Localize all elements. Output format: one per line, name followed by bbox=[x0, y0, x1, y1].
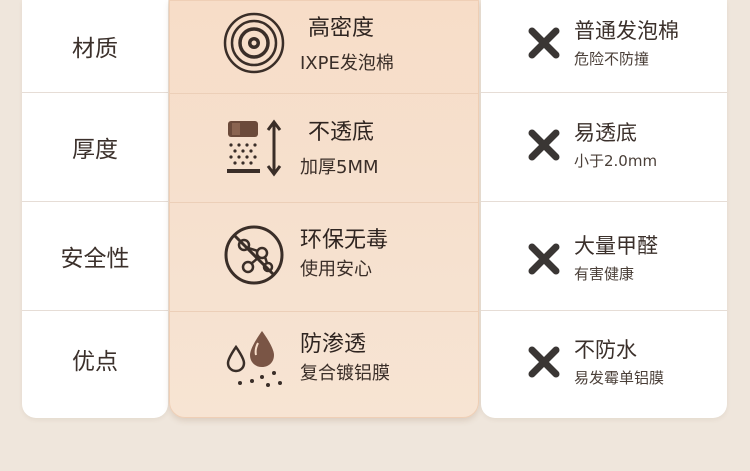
attribute-label: 厚度 bbox=[72, 137, 118, 163]
x-mark-icon bbox=[528, 243, 560, 275]
competitor-column: 普通发泡棉 危险不防撞 易透底 小于2.0mm 大量甲醛 有害健康 不防水 易发… bbox=[481, 0, 727, 418]
our-title: 防渗透 bbox=[300, 332, 367, 357]
row-divider bbox=[170, 202, 478, 203]
our-title: 高密度 bbox=[308, 16, 375, 41]
our-subtitle: 使用安心 bbox=[300, 259, 372, 280]
row-divider bbox=[481, 92, 727, 93]
row-divider bbox=[170, 93, 478, 94]
our-title: 环保无毒 bbox=[300, 228, 389, 253]
attribute-cell-safety: 安全性 bbox=[22, 202, 168, 310]
row-divider bbox=[170, 311, 478, 312]
our-subtitle: 加厚5MM bbox=[300, 157, 379, 178]
row-divider bbox=[481, 310, 727, 311]
attribute-label: 优点 bbox=[72, 349, 118, 375]
x-mark-icon bbox=[528, 27, 560, 59]
x-mark-icon bbox=[528, 129, 560, 161]
competitor-subtitle: 危险不防撞 bbox=[574, 50, 650, 68]
our-subtitle: IXPE发泡棉 bbox=[300, 53, 394, 74]
competitor-subtitle: 有害健康 bbox=[574, 265, 635, 283]
attribute-cell-thickness: 厚度 bbox=[22, 93, 168, 201]
attribute-label: 安全性 bbox=[60, 246, 130, 272]
no-chemical-icon bbox=[224, 225, 284, 285]
our-subtitle: 复合镀铝膜 bbox=[300, 363, 390, 384]
attribute-cell-advantage: 优点 bbox=[22, 311, 168, 407]
row-divider bbox=[481, 201, 727, 202]
competitor-subtitle: 易发霉单铝膜 bbox=[574, 369, 665, 387]
attribute-cell-material: 材质 bbox=[22, 0, 168, 92]
attribute-column: 材质 厚度 安全性 优点 bbox=[22, 0, 168, 418]
attribute-label: 材质 bbox=[72, 36, 118, 62]
our-title: 不透底 bbox=[308, 120, 375, 145]
competitor-title: 普通发泡棉 bbox=[574, 19, 679, 43]
our-product-column: 高密度 IXPE发泡棉 不透底 加厚5MM 环保无毒 使用安心 防渗透 复合镀铝… bbox=[169, 0, 479, 418]
competitor-title: 不防水 bbox=[574, 338, 637, 362]
target-foam-icon bbox=[223, 12, 285, 74]
competitor-title: 易透底 bbox=[574, 121, 637, 145]
competitor-title: 大量甲醛 bbox=[574, 234, 658, 258]
competitor-subtitle: 小于2.0mm bbox=[574, 152, 658, 170]
thickness-layers-icon bbox=[227, 119, 282, 177]
x-mark-icon bbox=[528, 346, 560, 378]
water-drop-icon bbox=[226, 331, 282, 387]
